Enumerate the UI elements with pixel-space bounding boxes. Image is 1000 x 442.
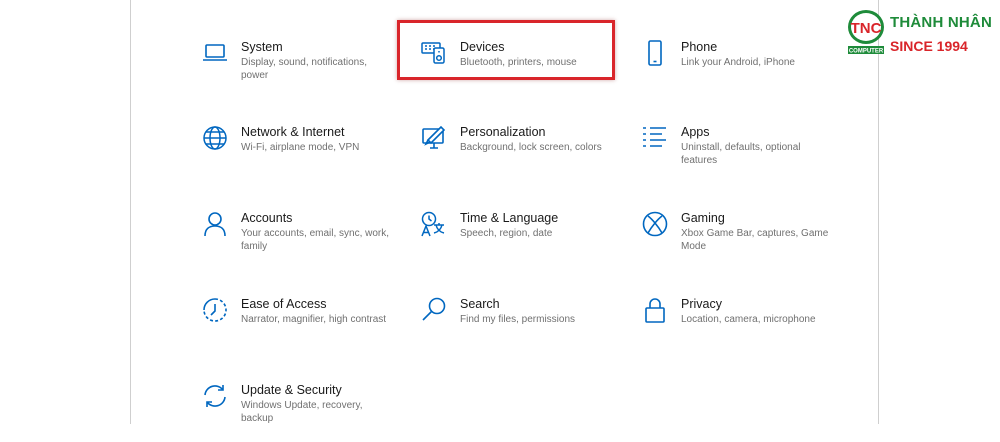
logo-mark-subtext: COMPUTER — [849, 49, 884, 55]
settings-tile-personalization[interactable]: Personalization Background, lock screen,… — [420, 124, 610, 184]
tile-subtitle: Narrator, magnifier, high contrast — [241, 314, 387, 325]
settings-tile-network[interactable]: Network & Internet Wi-Fi, airplane mode,… — [201, 124, 391, 184]
apps-list-icon — [641, 124, 669, 152]
ease-of-access-icon — [201, 296, 229, 324]
settings-tile-search[interactable]: Search Find my files, permissions — [420, 296, 610, 356]
settings-tile-phone[interactable]: Phone Link your Android, iPhone — [641, 39, 831, 99]
tile-title: Search — [460, 297, 500, 311]
tile-title: Gaming — [681, 211, 725, 225]
highlight-box — [397, 20, 615, 80]
tile-subtitle: Location, camera, microphone — [681, 314, 816, 325]
tile-title: Personalization — [460, 125, 546, 139]
search-icon — [420, 296, 448, 324]
tile-subtitle: Link your Android, iPhone — [681, 57, 795, 68]
settings-tile-accounts[interactable]: Accounts Your accounts, email, sync, wor… — [201, 210, 391, 270]
tile-title: Accounts — [241, 211, 293, 225]
tile-subtitle: Speech, region, date — [460, 228, 553, 239]
settings-tile-update-security[interactable]: Update & Security Windows Update, recove… — [201, 382, 391, 442]
paint-brush-icon — [420, 124, 448, 152]
lock-icon — [641, 296, 669, 324]
brand-since: SINCE 1994 — [890, 38, 968, 54]
tile-subtitle: Windows Update, recovery, backup — [241, 400, 363, 424]
tnc-logo-icon: TNC COMPUTER — [846, 8, 886, 56]
tile-title: Apps — [681, 125, 710, 139]
tile-title: Phone — [681, 40, 718, 54]
settings-tile-time-language[interactable]: Time & Language Speech, region, date — [420, 210, 610, 270]
settings-tile-ease-of-access[interactable]: Ease of Access Narrator, magnifier, high… — [201, 296, 391, 356]
logo-mark-text: TNC — [851, 20, 882, 37]
person-icon — [201, 210, 229, 238]
tile-title: Update & Security — [241, 383, 342, 397]
tile-title: System — [241, 40, 283, 54]
phone-icon — [641, 39, 669, 67]
tile-subtitle: Wi-Fi, airplane mode, VPN — [241, 142, 360, 153]
brand-name: THÀNH NHÂN — [890, 14, 992, 31]
tile-title: Network & Internet — [241, 125, 345, 139]
laptop-icon — [201, 39, 229, 67]
time-language-icon — [420, 210, 448, 238]
brand-logo: TNC COMPUTER THÀNH NHÂN SINCE 1994 — [846, 8, 996, 60]
tile-title: Privacy — [681, 297, 722, 311]
tile-subtitle: Your accounts, email, sync, work, family — [241, 228, 390, 252]
tile-subtitle: Uninstall, defaults, optional features — [681, 142, 801, 166]
xbox-icon — [641, 210, 669, 238]
tile-subtitle: Background, lock screen, colors — [460, 142, 602, 153]
tile-title: Ease of Access — [241, 297, 327, 311]
settings-tile-system[interactable]: System Display, sound, notifications, po… — [201, 39, 391, 99]
globe-icon — [201, 124, 229, 152]
refresh-icon — [201, 382, 229, 410]
settings-tile-apps[interactable]: Apps Uninstall, defaults, optional featu… — [641, 124, 831, 184]
settings-tile-gaming[interactable]: Gaming Xbox Game Bar, captures, Game Mod… — [641, 210, 831, 270]
settings-tile-privacy[interactable]: Privacy Location, camera, microphone — [641, 296, 831, 356]
tile-subtitle: Find my files, permissions — [460, 314, 576, 325]
tile-subtitle: Display, sound, notifications, power — [241, 57, 367, 81]
tile-subtitle: Xbox Game Bar, captures, Game Mode — [681, 228, 829, 252]
tile-title: Time & Language — [460, 211, 559, 225]
